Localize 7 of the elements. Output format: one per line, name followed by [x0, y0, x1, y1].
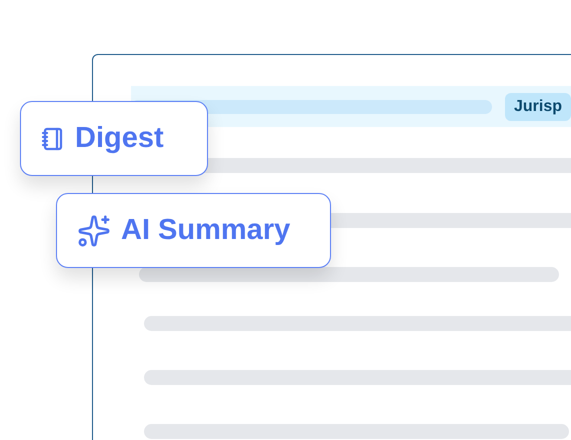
feature-card[interactable]: Digest [20, 101, 208, 176]
feature-card[interactable]: AI Summary [56, 193, 331, 268]
notebook-icon [41, 126, 65, 150]
card-label: Digest [75, 120, 164, 156]
sparkle-icon [77, 214, 111, 248]
card-label: AI Summary [121, 212, 290, 248]
tag: Jurisp [505, 92, 571, 120]
